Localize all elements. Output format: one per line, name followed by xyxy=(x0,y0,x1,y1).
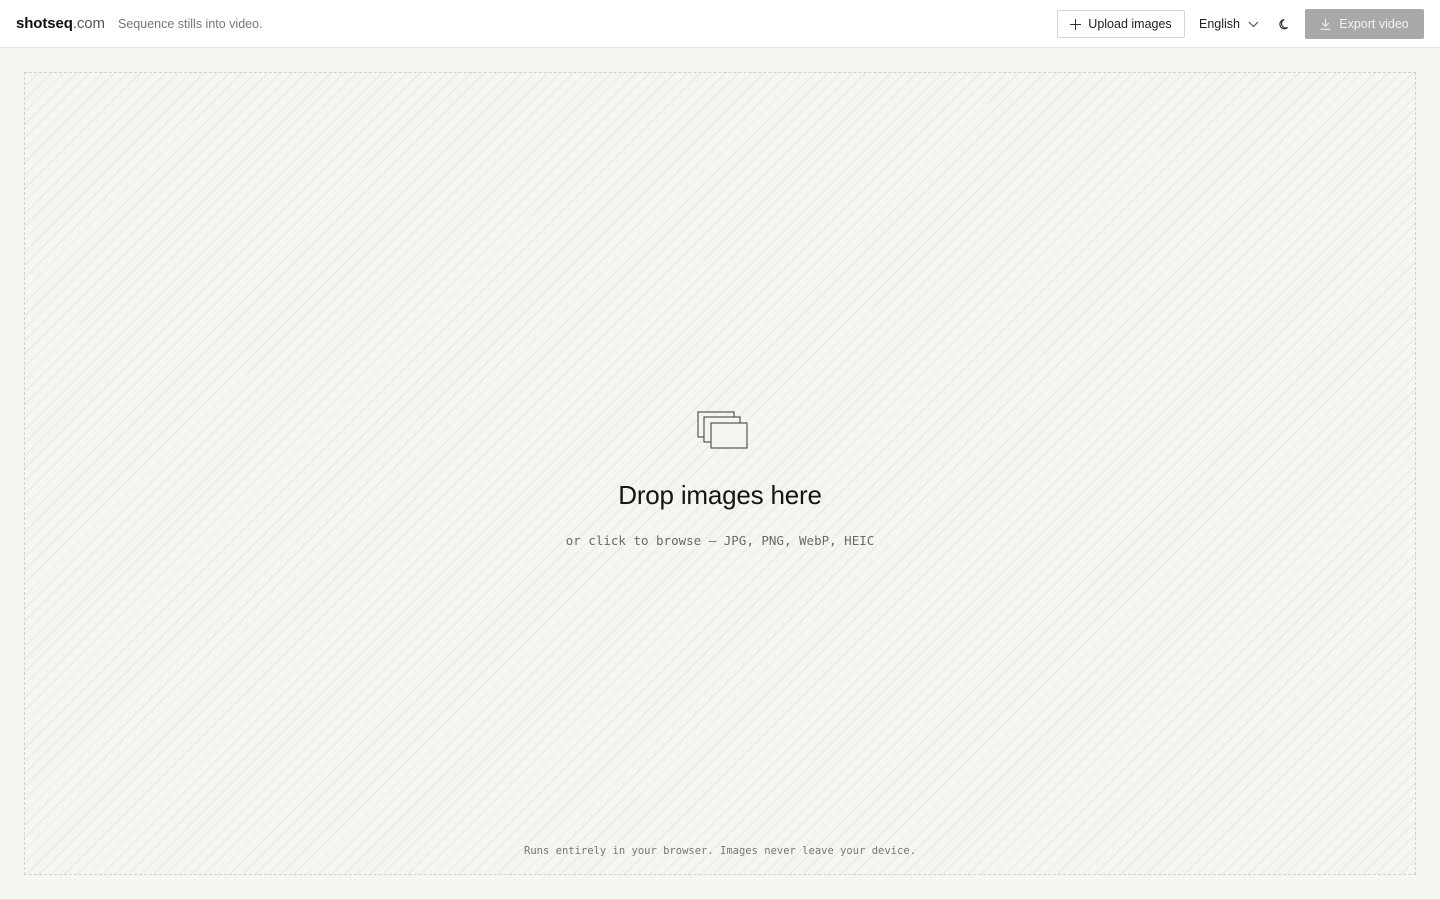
privacy-note: Runs entirely in your browser. Images ne… xyxy=(524,845,916,857)
brand-name: shotseq xyxy=(16,15,73,32)
dropzone-subtitle: or click to browse — JPG, PNG, WebP, HEI… xyxy=(565,533,875,548)
top-bar: shotseq.com Sequence stills into video. … xyxy=(0,0,1440,48)
export-video-label: Export video xyxy=(1339,17,1409,31)
brand-logo[interactable]: shotseq.com xyxy=(16,15,105,32)
upload-images-button[interactable]: Upload images xyxy=(1057,10,1185,38)
tagline: Sequence stills into video. xyxy=(118,17,263,31)
language-label: English xyxy=(1199,17,1240,31)
moon-icon xyxy=(1279,19,1289,30)
chevron-down-icon xyxy=(1248,21,1259,27)
language-select[interactable]: English xyxy=(1199,10,1261,38)
dropzone-title: Drop images here xyxy=(618,480,822,510)
image-stack-icon xyxy=(697,411,748,449)
theme-toggle-button[interactable] xyxy=(1276,15,1294,33)
brand-tld: .com xyxy=(72,15,105,32)
upload-images-label: Upload images xyxy=(1088,17,1172,31)
plus-icon xyxy=(1070,18,1082,30)
image-dropzone[interactable]: Drop images here or click to browse — JP… xyxy=(24,72,1416,875)
download-icon xyxy=(1320,18,1331,30)
export-video-button[interactable]: Export video xyxy=(1305,9,1424,39)
